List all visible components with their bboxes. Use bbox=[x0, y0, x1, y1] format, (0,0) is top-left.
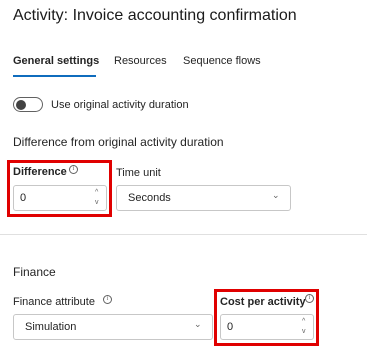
page-title: Activity: Invoice accounting confirmatio… bbox=[13, 7, 297, 24]
cost-per-activity-label: Cost per activity bbox=[220, 296, 306, 308]
cost-per-activity-input[interactable] bbox=[220, 314, 314, 340]
finance-attribute-label: Finance attribute bbox=[13, 296, 95, 308]
cost-per-activity-value: 0 bbox=[227, 321, 234, 333]
info-icon[interactable]: i bbox=[103, 295, 112, 304]
chevron-up-icon[interactable]: ^ bbox=[302, 318, 305, 325]
duration-section-title: Difference from original activity durati… bbox=[13, 135, 224, 149]
finance-section-title: Finance bbox=[13, 265, 56, 279]
tab-sequence-flows[interactable]: Sequence flows bbox=[183, 55, 261, 67]
time-unit-label: Time unit bbox=[116, 167, 161, 179]
finance-attribute-value: Simulation bbox=[25, 321, 77, 333]
active-tab-indicator bbox=[13, 75, 96, 77]
section-divider bbox=[0, 234, 367, 235]
difference-highlight-box bbox=[7, 160, 112, 217]
chevron-down-icon[interactable]: ⌄ bbox=[194, 319, 202, 330]
tab-resources[interactable]: Resources bbox=[114, 55, 167, 67]
time-unit-value: Seconds bbox=[128, 192, 171, 204]
chevron-down-icon[interactable]: ⌄ bbox=[272, 190, 280, 201]
chevron-down-icon[interactable]: v bbox=[302, 328, 306, 335]
toggle-knob bbox=[16, 100, 26, 110]
toggle-label: Use original activity duration bbox=[51, 99, 189, 111]
info-icon[interactable]: i bbox=[305, 294, 314, 303]
tab-general-settings[interactable]: General settings bbox=[13, 55, 99, 67]
